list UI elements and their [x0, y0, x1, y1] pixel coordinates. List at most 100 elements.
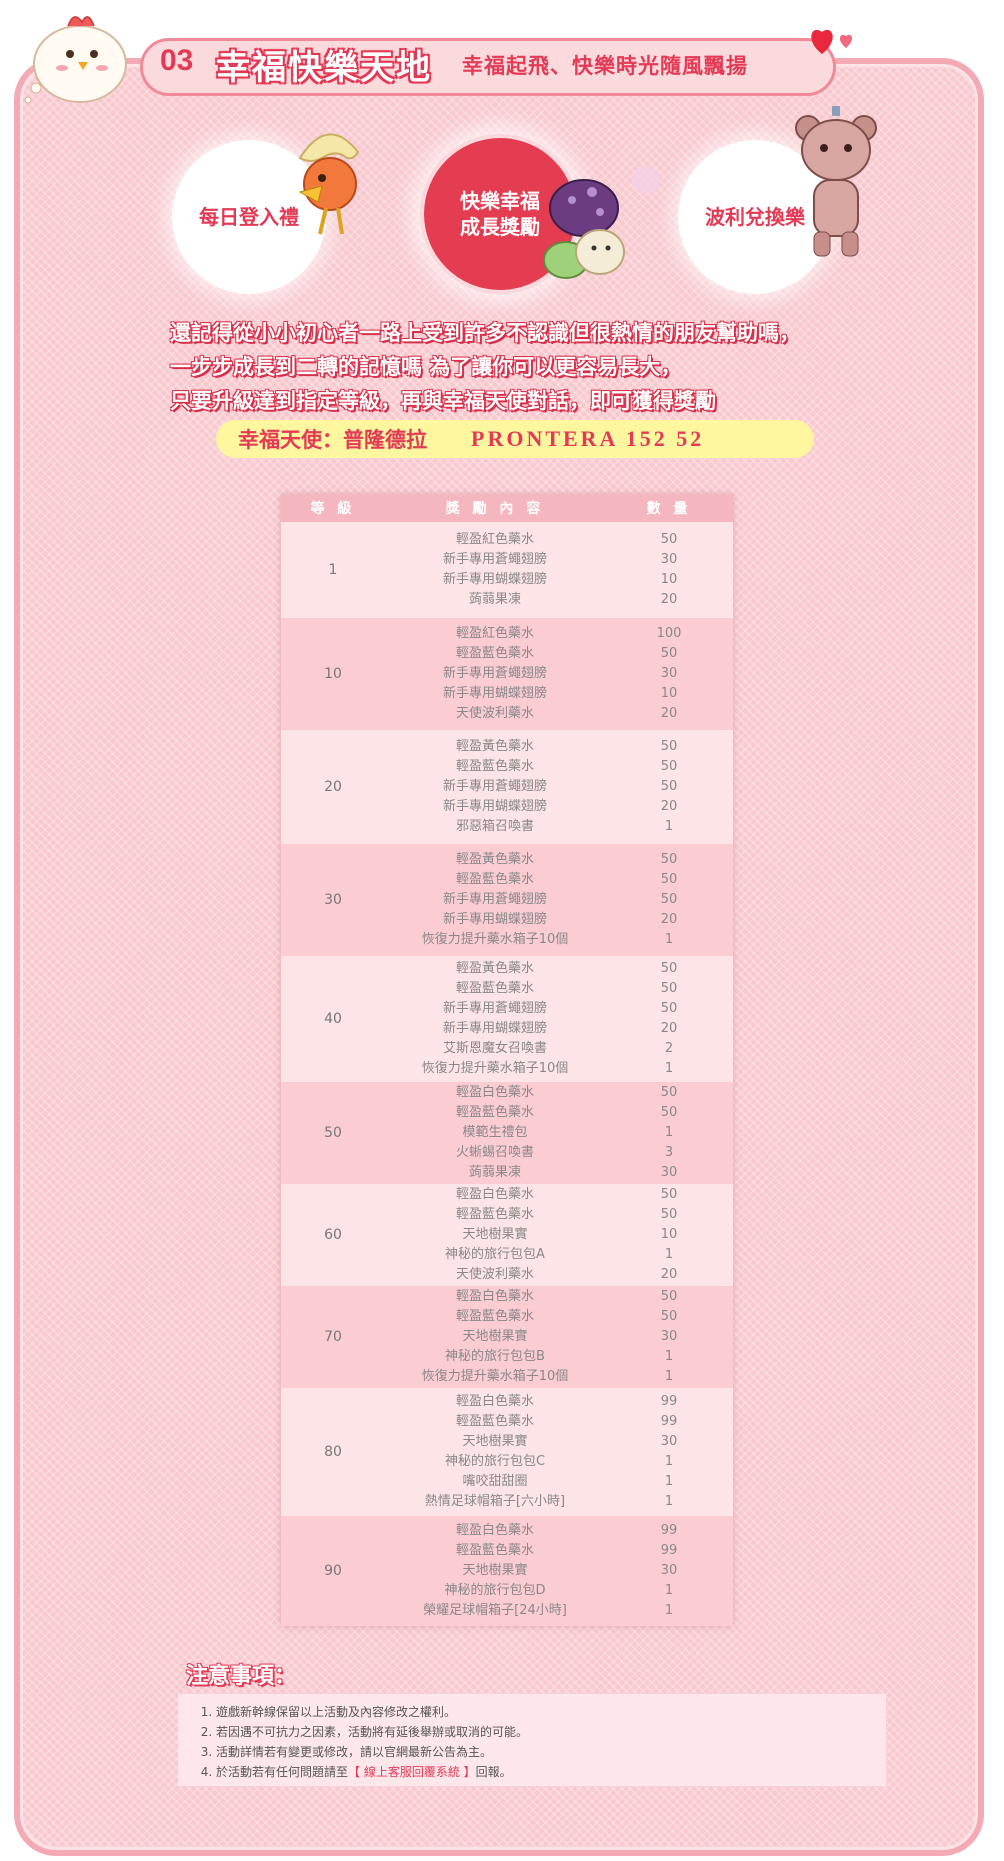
reward-item: 輕盈白色藥水 [455, 1523, 534, 1538]
reward-item: 輕盈白色藥水 [455, 1187, 534, 1202]
description-line: 只要升級達到指定等級，再與幸福天使對話，即可獲得獎勵 [170, 389, 716, 413]
reward-quantity: 1 [664, 1583, 674, 1598]
header-level: 等 級 [281, 494, 385, 522]
quantity-cell: 50 50 50 20 1 [605, 844, 733, 956]
level-cell: 90 [281, 1516, 385, 1626]
reward-item: 神秘的旅行包包D [444, 1583, 546, 1598]
reward-quantity: 50 [660, 646, 678, 661]
note-item: 活動詳情若有變更或修改，請以官網最新公告為主。 [216, 1742, 886, 1762]
table-row: 20 輕盈黃色藥水 輕盈藍色藥水 新手專用蒼蠅翅膀 新手專用蝴蝶翅膀 邪惡箱召喚書 50 50… [281, 730, 733, 844]
reward-item: 輕盈黃色藥水 [455, 852, 534, 867]
tab-growth-reward-line1: 快樂幸福 [460, 189, 540, 213]
table-row: 1 輕盈紅色藥水 新手專用蒼蠅翅膀 新手專用蝴蝶翅膀 蒟蒻果凍 50 30 10 20 [281, 522, 733, 618]
customer-service-link[interactable]: 【 線上客服回覆系統 】 [348, 1765, 476, 1779]
reward-item: 輕盈藍色藥水 [455, 1309, 534, 1324]
tab-growth-reward-line2: 成長獎勵 [460, 215, 540, 239]
quantity-cell: 50 50 50 20 1 [605, 730, 733, 844]
reward-items-cell: 輕盈黃色藥水 輕盈藍色藥水 新手專用蒼蠅翅膀 新手專用蝴蝶翅膀 艾斯恩魔女召喚書 恢復力提… [385, 956, 605, 1082]
reward-quantity: 1 [664, 1349, 674, 1364]
reward-item: 恢復力提升藥水箱子10個 [421, 932, 569, 947]
notes-title: 注意事項： [186, 1664, 297, 1689]
reward-item: 輕盈藍色藥水 [455, 646, 534, 661]
angel-location-pill: 幸福天使：普隆德拉 PRONTERA 152 52 [216, 420, 814, 458]
reward-quantity: 30 [660, 552, 678, 567]
reward-item: 火蜥蜴召喚書 [455, 1145, 534, 1160]
reward-item: 天地樹果實 [462, 1434, 528, 1449]
reward-quantity: 50 [660, 872, 678, 887]
reward-quantity: 20 [660, 1021, 678, 1036]
reward-item: 新手專用蝴蝶翅膀 [442, 912, 547, 927]
reward-quantity: 10 [660, 1227, 678, 1242]
reward-item: 輕盈藍色藥水 [455, 1543, 534, 1558]
reward-quantity: 50 [660, 1207, 678, 1222]
description-line: 還記得從小小初心者一路上受到許多不認識但很熱情的朋友幫助嗎， [170, 321, 800, 345]
quantity-cell: 99 99 30 1 1 [605, 1516, 733, 1626]
reward-item: 新手專用蒼蠅翅膀 [442, 666, 547, 681]
reward-item: 輕盈黃色藥水 [455, 739, 534, 754]
reward-quantity: 50 [660, 739, 678, 754]
header-quantity: 數 量 [605, 494, 733, 522]
reward-item: 輕盈藍色藥水 [455, 1105, 534, 1120]
reward-item: 輕盈藍色藥水 [455, 1414, 534, 1429]
chicken-mascot-icon [24, 16, 127, 104]
reward-quantity: 20 [660, 799, 678, 814]
reward-quantity: 50 [660, 1289, 678, 1304]
reward-quantity: 1 [664, 1603, 674, 1618]
reward-quantity: 100 [656, 626, 682, 641]
reward-item: 輕盈黃色藥水 [455, 961, 534, 976]
note-item: 遊戲新幹線保留以上活動及內容修改之權利。 [216, 1702, 886, 1722]
reward-item: 熱情足球帽箱子[六小時] [424, 1494, 566, 1509]
reward-quantity: 1 [664, 1247, 674, 1262]
table-row: 30 輕盈黃色藥水 輕盈藍色藥水 新手專用蒼蠅翅膀 新手專用蝴蝶翅膀 恢復力提升藥水箱子1… [281, 844, 733, 956]
level-cell: 70 [281, 1286, 385, 1388]
reward-quantity: 50 [660, 1105, 678, 1120]
reward-item: 輕盈藍色藥水 [455, 981, 534, 996]
level-cell: 80 [281, 1388, 385, 1516]
angel-label: 幸福天使：普隆德拉 [238, 428, 427, 452]
table-row: 40 輕盈黃色藥水 輕盈藍色藥水 新手專用蒼蠅翅膀 新手專用蝴蝶翅膀 艾斯恩魔女召喚書 恢復… [281, 956, 733, 1082]
reward-quantity: 50 [660, 961, 678, 976]
reward-item: 輕盈藍色藥水 [455, 872, 534, 887]
level-cell: 20 [281, 730, 385, 844]
description-line: 一步步成長到二轉的記憶嗎 為了讓你可以更容易長大， [170, 355, 682, 379]
reward-quantity: 99 [660, 1414, 678, 1429]
reward-quantity: 1 [664, 1125, 674, 1140]
table-header-row: 等 級 獎 勵 內 容 數 量 [281, 494, 733, 522]
reward-item: 輕盈白色藥水 [455, 1289, 534, 1304]
quantity-cell: 100 50 30 10 20 [605, 618, 733, 730]
level-cell: 1 [281, 522, 385, 618]
note-item-prefix: 於活動若有任何問題請至 [216, 1765, 349, 1779]
reward-item: 新手專用蒼蠅翅膀 [442, 1001, 547, 1016]
reward-quantity: 10 [660, 572, 678, 587]
reward-quantity: 20 [660, 706, 678, 721]
reward-quantity: 10 [660, 686, 678, 701]
reward-item: 艾斯恩魔女召喚書 [442, 1041, 547, 1056]
reward-item: 蒟蒻果凍 [468, 1165, 521, 1180]
reward-quantity: 30 [660, 1434, 678, 1449]
reward-quantity: 50 [660, 1085, 678, 1100]
section-subtitle: 幸福起飛、快樂時光隨風飄揚 [462, 54, 748, 78]
hearts-icon [811, 29, 853, 54]
level-cell: 60 [281, 1184, 385, 1286]
reward-quantity: 99 [660, 1543, 678, 1558]
reward-item: 新手專用蒼蠅翅膀 [442, 552, 547, 567]
notes-box: 遊戲新幹線保留以上活動及內容修改之權利。 若因遇不可抗力之因素，活動將有延後舉辦… [178, 1694, 886, 1786]
quantity-cell: 50 30 10 20 [605, 522, 733, 618]
reward-item: 輕盈紅色藥水 [455, 532, 534, 547]
table-row: 60 輕盈白色藥水 輕盈藍色藥水 天地樹果實 神秘的旅行包包A 天使波利藥水 50 50 10 1… [281, 1184, 733, 1286]
reward-items-cell: 輕盈黃色藥水 輕盈藍色藥水 新手專用蒼蠅翅膀 新手專用蝴蝶翅膀 恢復力提升藥水箱子10個 [385, 844, 605, 956]
reward-item: 榮耀足球帽箱子[24小時] [423, 1603, 567, 1618]
quantity-cell: 50 50 10 1 20 [605, 1184, 733, 1286]
table-row: 50 輕盈白色藥水 輕盈藍色藥水 模範生禮包 火蜥蜴召喚書 蒟蒻果凍 50 50 1 3 30 [281, 1082, 733, 1184]
level-cell: 30 [281, 844, 385, 956]
reward-quantity: 3 [664, 1145, 674, 1160]
reward-item: 新手專用蝴蝶翅膀 [442, 1021, 547, 1036]
reward-item: 天地樹果實 [462, 1227, 528, 1242]
reward-items-cell: 輕盈紅色藥水 新手專用蒼蠅翅膀 新手專用蝴蝶翅膀 蒟蒻果凍 [385, 522, 605, 618]
bird-mascot-icon [298, 133, 360, 235]
level-cell: 50 [281, 1082, 385, 1184]
reward-item: 天使波利藥水 [455, 706, 534, 721]
reward-item: 新手專用蒼蠅翅膀 [442, 779, 547, 794]
reward-items-cell: 輕盈白色藥水 輕盈藍色藥水 模範生禮包 火蜥蜴召喚書 蒟蒻果凍 [385, 1082, 605, 1184]
reward-quantity: 20 [660, 592, 678, 607]
